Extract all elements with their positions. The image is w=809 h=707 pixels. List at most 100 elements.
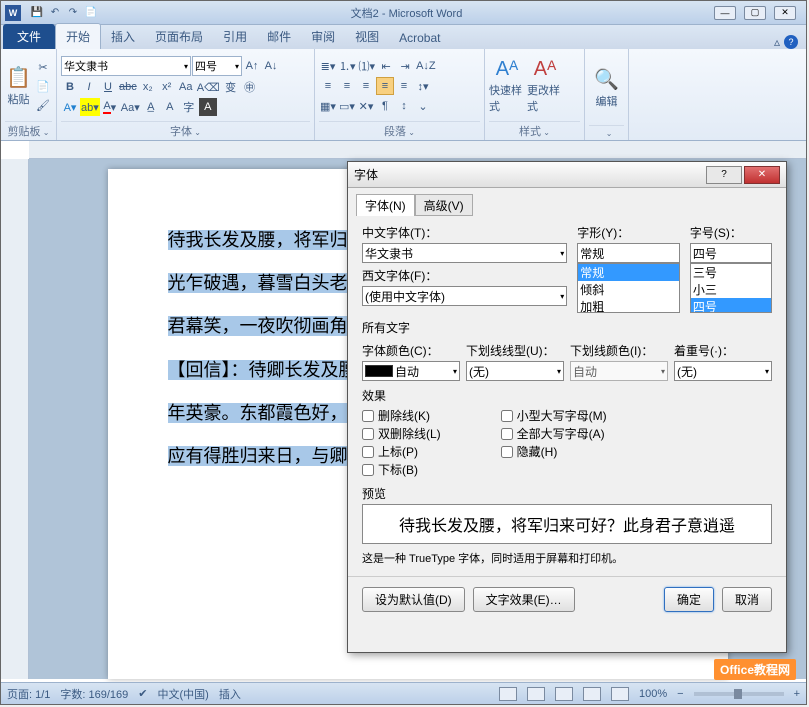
- minimize-button[interactable]: —: [714, 6, 736, 20]
- tab-mail[interactable]: 邮件: [257, 24, 301, 49]
- set-default-button[interactable]: 设为默认值(D): [362, 587, 465, 612]
- proofing-icon[interactable]: ✔: [138, 687, 147, 700]
- shrink-font-icon[interactable]: A↓: [262, 57, 280, 75]
- view-print-icon[interactable]: [499, 687, 517, 701]
- font-size-combo[interactable]: 四号▾: [192, 56, 242, 76]
- underline-style-combo[interactable]: (无)▾: [466, 361, 564, 381]
- undo-icon[interactable]: ↶: [47, 5, 63, 21]
- shading-icon[interactable]: ▦▾: [319, 97, 337, 115]
- enclose-icon[interactable]: ㊥: [241, 78, 259, 96]
- char-fill-icon[interactable]: A: [199, 98, 217, 116]
- vertical-ruler[interactable]: [1, 159, 29, 679]
- chk-dstrike[interactable]: 双删除线(L): [362, 425, 441, 442]
- char-border-icon[interactable]: A̲: [142, 98, 160, 116]
- align-justify-icon[interactable]: ≡: [376, 77, 394, 95]
- font-group-label[interactable]: 字体: [61, 121, 310, 140]
- dialog-close-button[interactable]: ✕: [744, 166, 780, 184]
- chk-strike[interactable]: 删除线(K): [362, 407, 441, 424]
- tab-pagelayout[interactable]: 页面布局: [145, 24, 213, 49]
- numbering-icon[interactable]: ⒈▾: [338, 57, 357, 75]
- clear-format-icon[interactable]: A⌫: [196, 78, 221, 96]
- font-style-list[interactable]: 常规 倾斜 加粗: [577, 263, 680, 313]
- underline-color-combo[interactable]: 自动▾: [570, 361, 668, 381]
- chk-smallcaps[interactable]: 小型大写字母(M): [501, 407, 607, 424]
- font-size-input[interactable]: 四号: [690, 243, 772, 263]
- change-styles-button[interactable]: Aᴬ更改样式: [527, 51, 563, 121]
- ok-button[interactable]: 确定: [664, 587, 714, 612]
- strike-button[interactable]: abc: [118, 78, 138, 96]
- paragraph-group-label[interactable]: 段落: [319, 121, 480, 140]
- font-color-icon[interactable]: A▾: [101, 98, 119, 116]
- asian-para-icon[interactable]: ✕▾: [357, 97, 375, 115]
- view-draft-icon[interactable]: [611, 687, 629, 701]
- line-spacing-icon[interactable]: ↕▾: [414, 77, 432, 95]
- align-center-icon[interactable]: ≡: [338, 77, 356, 95]
- text-effects-icon[interactable]: A▾: [61, 98, 79, 116]
- maximize-button[interactable]: ▢: [744, 6, 766, 20]
- tab-acrobat[interactable]: Acrobat: [389, 27, 450, 49]
- dialog-tab-font[interactable]: 字体(N): [356, 194, 415, 216]
- phonetic-icon[interactable]: 变: [222, 78, 240, 96]
- save-icon[interactable]: 💾: [29, 5, 45, 21]
- distribute-icon[interactable]: ≡: [395, 77, 413, 95]
- asian-layout-icon[interactable]: 字: [180, 98, 198, 116]
- align-left-icon[interactable]: ≡: [319, 77, 337, 95]
- minimize-ribbon-icon[interactable]: ▵: [774, 35, 780, 49]
- emphasis-combo[interactable]: (无)▾: [674, 361, 772, 381]
- grow-font-icon[interactable]: A↑: [243, 57, 261, 75]
- file-tab[interactable]: 文件: [3, 24, 55, 49]
- indent-dec-icon[interactable]: ⇤: [377, 57, 395, 75]
- quick-styles-button[interactable]: Aᴬ快速样式: [489, 51, 525, 121]
- sort-icon[interactable]: A↓Z: [415, 57, 437, 75]
- font-name-combo[interactable]: 华文隶书▾: [61, 56, 191, 76]
- zoom-out-icon[interactable]: −: [677, 688, 683, 700]
- cn-font-combo[interactable]: 华文隶书▾: [362, 243, 567, 263]
- superscript-button[interactable]: x²: [158, 78, 176, 96]
- status-page[interactable]: 页面: 1/1: [7, 686, 50, 702]
- zoom-level[interactable]: 100%: [639, 688, 667, 700]
- bullets-icon[interactable]: ≣▾: [319, 57, 337, 75]
- view-outline-icon[interactable]: [583, 687, 601, 701]
- show-marks-icon[interactable]: ¶: [376, 97, 394, 115]
- en-font-combo[interactable]: (使用中文字体)▾: [362, 286, 567, 306]
- align-right-icon[interactable]: ≡: [357, 77, 375, 95]
- help-icon[interactable]: ?: [784, 35, 798, 49]
- close-button[interactable]: ✕: [774, 6, 796, 20]
- zoom-slider[interactable]: [694, 692, 784, 696]
- font-style-input[interactable]: 常规: [577, 243, 680, 263]
- font-color-combo[interactable]: 自动▾: [362, 361, 460, 381]
- chk-allcaps[interactable]: 全部大写字母(A): [501, 425, 607, 442]
- format-painter-icon[interactable]: 🖌: [34, 96, 52, 114]
- char-shading-icon[interactable]: Aa▾: [120, 98, 141, 116]
- highlight-icon[interactable]: ab▾: [80, 98, 100, 116]
- horizontal-ruler[interactable]: [29, 141, 806, 159]
- change-case-icon[interactable]: Aa: [177, 78, 195, 96]
- tab-insert[interactable]: 插入: [101, 24, 145, 49]
- status-language[interactable]: 中文(中国): [158, 686, 209, 702]
- chk-sub[interactable]: 下标(B): [362, 461, 441, 478]
- subscript-button[interactable]: x₂: [139, 78, 157, 96]
- dialog-help-button[interactable]: ?: [706, 166, 742, 184]
- paste-button[interactable]: 📋 粘贴: [5, 51, 32, 121]
- zoom-in-icon[interactable]: +: [794, 688, 800, 700]
- chk-hidden[interactable]: 隐藏(H): [501, 443, 607, 460]
- italic-button[interactable]: I: [80, 78, 98, 96]
- tab-home[interactable]: 开始: [55, 23, 101, 49]
- para-sort-icon[interactable]: ↕: [395, 97, 413, 115]
- view-web-icon[interactable]: [555, 687, 573, 701]
- borders-icon[interactable]: ▭▾: [338, 97, 356, 115]
- status-mode[interactable]: 插入: [219, 686, 241, 702]
- cancel-button[interactable]: 取消: [722, 587, 772, 612]
- text-effects-button[interactable]: 文字效果(E)…: [473, 587, 575, 612]
- tab-references[interactable]: 引用: [213, 24, 257, 49]
- edit-button[interactable]: 🔍编辑: [589, 51, 624, 125]
- copy-icon[interactable]: 📄: [34, 77, 52, 95]
- view-read-icon[interactable]: [527, 687, 545, 701]
- redo-icon[interactable]: ↷: [65, 5, 81, 21]
- tab-view[interactable]: 视图: [345, 24, 389, 49]
- new-doc-icon[interactable]: 📄: [83, 5, 99, 21]
- status-words[interactable]: 字数: 169/169: [60, 686, 128, 702]
- char-scaling-icon[interactable]: A: [161, 98, 179, 116]
- tab-review[interactable]: 审阅: [301, 24, 345, 49]
- styles-group-label[interactable]: 样式: [489, 121, 580, 140]
